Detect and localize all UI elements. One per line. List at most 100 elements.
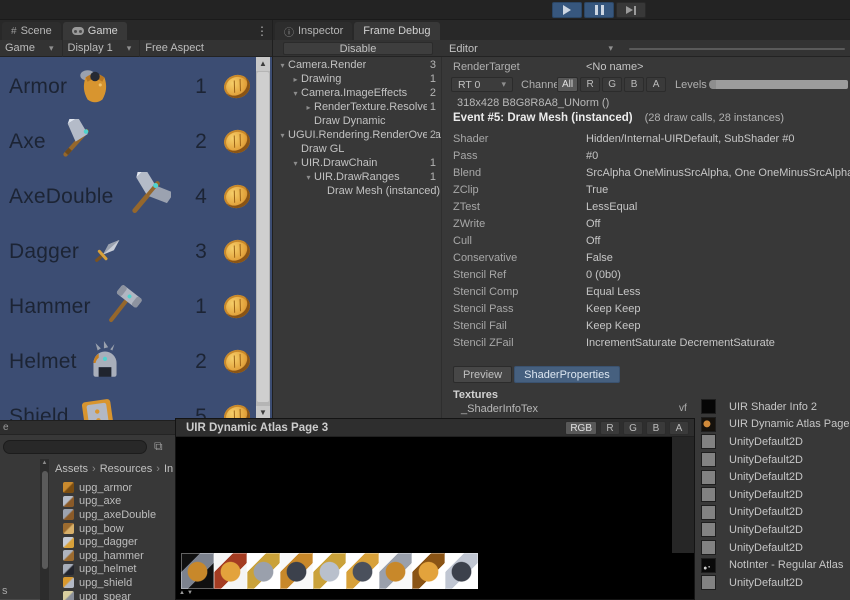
project-tab-partial[interactable]: e: [0, 421, 175, 435]
event-summary: Event #5: Draw Mesh (instanced) (28 draw…: [453, 112, 784, 124]
texture-name: UnityDefault2D: [729, 436, 803, 448]
game-scrollbar[interactable]: ▲ ▼: [256, 57, 270, 420]
texture-row[interactable]: UIR Dynamic Atlas Page: [701, 416, 850, 434]
triangle-closed-icon[interactable]: ▸: [303, 103, 314, 112]
step-button[interactable]: [616, 2, 646, 18]
game-item-row[interactable]: Armor1: [0, 59, 256, 114]
scroll-up-icon[interactable]: ▲: [40, 460, 49, 466]
tree-label: UIR.DrawChain: [301, 157, 377, 169]
asset-item[interactable]: upg_armor: [50, 481, 175, 495]
texture-row[interactable]: UnityDefault2D: [701, 468, 850, 486]
tree-label: Draw Dynamic: [314, 115, 386, 127]
game-item-row[interactable]: Shield5: [0, 389, 256, 420]
tree-row[interactable]: ▾UIR.DrawChain1: [273, 156, 441, 170]
game-item-row[interactable]: Dagger3: [0, 224, 256, 279]
tree-row[interactable]: Draw GL: [273, 142, 441, 156]
tree-row[interactable]: ▾Camera.Render3: [273, 58, 441, 72]
tree-label: Drawing: [301, 73, 341, 85]
asset-item[interactable]: upg_helmet: [50, 563, 175, 577]
expand-window-icon[interactable]: ⧉: [154, 439, 163, 454]
channel-button-r[interactable]: R: [580, 77, 600, 92]
texture-row[interactable]: UnityDefault2D: [701, 539, 850, 557]
game-item-row[interactable]: Hammer1: [0, 279, 256, 334]
tree-row[interactable]: Draw Dynamic: [273, 114, 441, 128]
breadcrumb-item[interactable]: Assets: [55, 463, 88, 475]
tree-row[interactable]: ▾UGUI.Rendering.RenderOverla2: [273, 128, 441, 142]
atlas-channel-button-rgb[interactable]: RGB: [565, 421, 597, 435]
asset-item[interactable]: upg_axe: [50, 495, 175, 509]
asset-item[interactable]: upg_shield: [50, 576, 175, 590]
target-dropdown[interactable]: Editor ▾: [443, 42, 619, 55]
play-button[interactable]: [552, 2, 582, 18]
display-dropdown[interactable]: Display 1▾: [63, 40, 141, 57]
asset-item[interactable]: upg_dagger: [50, 535, 175, 549]
channel-button-a[interactable]: A: [646, 77, 666, 92]
scroll-up-icon[interactable]: ▲: [256, 57, 270, 71]
state-value: Hidden/Internal-UIRDefault, SubShader #0: [586, 133, 795, 145]
kebab-menu-icon[interactable]: ⋮: [256, 24, 268, 38]
tab-game[interactable]: Game: [63, 22, 127, 40]
texture-row[interactable]: UnityDefault2D: [701, 451, 850, 469]
atlas-channel-button-g[interactable]: G: [623, 421, 643, 435]
event-scrubber[interactable]: [629, 48, 845, 50]
item-qty: 3: [188, 240, 214, 264]
shader-state-row: Stencil Ref0 (0b0): [453, 266, 845, 283]
asset-item[interactable]: upg_spear: [50, 590, 175, 600]
rt-dropdown[interactable]: RT 0 ▾: [451, 77, 513, 92]
levels-slider-handle[interactable]: [709, 80, 716, 89]
asset-item[interactable]: upg_bow: [50, 522, 175, 536]
texture-row[interactable]: NotInter - Regular Atlas: [701, 556, 850, 574]
triangle-open-icon[interactable]: ▾: [277, 61, 288, 70]
aspect-dropdown[interactable]: Free Aspect: [140, 40, 212, 57]
shader-state-row: Pass#0: [453, 147, 845, 164]
texture-thumbnail: [701, 417, 716, 432]
texture-row[interactable]: UnityDefault2D: [701, 521, 850, 539]
breadcrumb-item[interactable]: Inv: [164, 463, 173, 475]
breadcrumb-item[interactable]: Resources: [100, 463, 153, 475]
texture-row[interactable]: UnityDefault2D: [701, 486, 850, 504]
texture-row[interactable]: UIR Shader Info 2: [701, 398, 850, 416]
disable-button[interactable]: Disable: [283, 42, 433, 55]
pause-button[interactable]: [584, 2, 614, 18]
triangle-open-icon[interactable]: ▾: [277, 131, 288, 140]
channel-button-b[interactable]: B: [624, 77, 644, 92]
atlas-channel-button-b[interactable]: B: [646, 421, 666, 435]
tab-frame-debug[interactable]: Frame Debug: [354, 22, 439, 40]
triangle-closed-icon[interactable]: ▸: [290, 75, 301, 84]
project-scrollbar[interactable]: ▲: [40, 459, 49, 600]
channel-button-g[interactable]: G: [602, 77, 622, 92]
tab-scene[interactable]: # Scene: [2, 22, 61, 40]
game-item-row[interactable]: Helmet2: [0, 334, 256, 389]
texture-row[interactable]: UnityDefault2D: [701, 574, 850, 592]
channel-button-all[interactable]: All: [557, 77, 578, 92]
triangle-open-icon[interactable]: ▾: [303, 173, 314, 182]
game-item-row[interactable]: AxeDouble4: [0, 169, 256, 224]
shield-icon: [63, 577, 74, 588]
render-target-size: 318x428 B8G8R8A8_UNorm (): [457, 97, 609, 109]
atlas-window-titlebar[interactable]: UIR Dynamic Atlas Page 3 RGBRGBA: [176, 419, 694, 437]
tree-row[interactable]: Draw Mesh (instanced): [273, 184, 441, 198]
tree-row[interactable]: ▸RenderTexture.ResolveA1: [273, 100, 441, 114]
view-tab-shaderproperties[interactable]: ShaderProperties: [514, 366, 620, 383]
texture-row[interactable]: UnityDefault2D: [701, 504, 850, 522]
asset-item[interactable]: upg_hammer: [50, 549, 175, 563]
atlas-channel-button-r[interactable]: R: [600, 421, 620, 435]
tree-row[interactable]: ▾UIR.DrawRanges1: [273, 170, 441, 184]
texture-thumbnail: [701, 487, 716, 502]
game-item-row[interactable]: Axe2: [0, 114, 256, 169]
tab-inspector[interactable]: ⓘ Inspector: [275, 22, 352, 40]
triangle-open-icon[interactable]: ▾: [290, 159, 301, 168]
atlas-channel-button-a[interactable]: A: [669, 421, 689, 435]
scrollbar-handle[interactable]: [42, 471, 48, 569]
tree-row[interactable]: ▸Drawing1: [273, 72, 441, 86]
triangle-open-icon[interactable]: ▾: [290, 89, 301, 98]
search-input[interactable]: [3, 440, 147, 454]
texture-row[interactable]: UnityDefault2D: [701, 433, 850, 451]
levels-slider[interactable]: [716, 80, 848, 89]
tree-row[interactable]: ▾Camera.ImageEffects2: [273, 86, 441, 100]
asset-item[interactable]: upg_axeDouble: [50, 508, 175, 522]
game-view-dropdown[interactable]: Game▾: [0, 40, 63, 57]
view-tab-preview[interactable]: Preview: [453, 366, 512, 383]
scrollbar-handle[interactable]: [257, 72, 269, 402]
frame-debug-tabbar: ⓘ Inspector Frame Debug: [273, 20, 850, 40]
